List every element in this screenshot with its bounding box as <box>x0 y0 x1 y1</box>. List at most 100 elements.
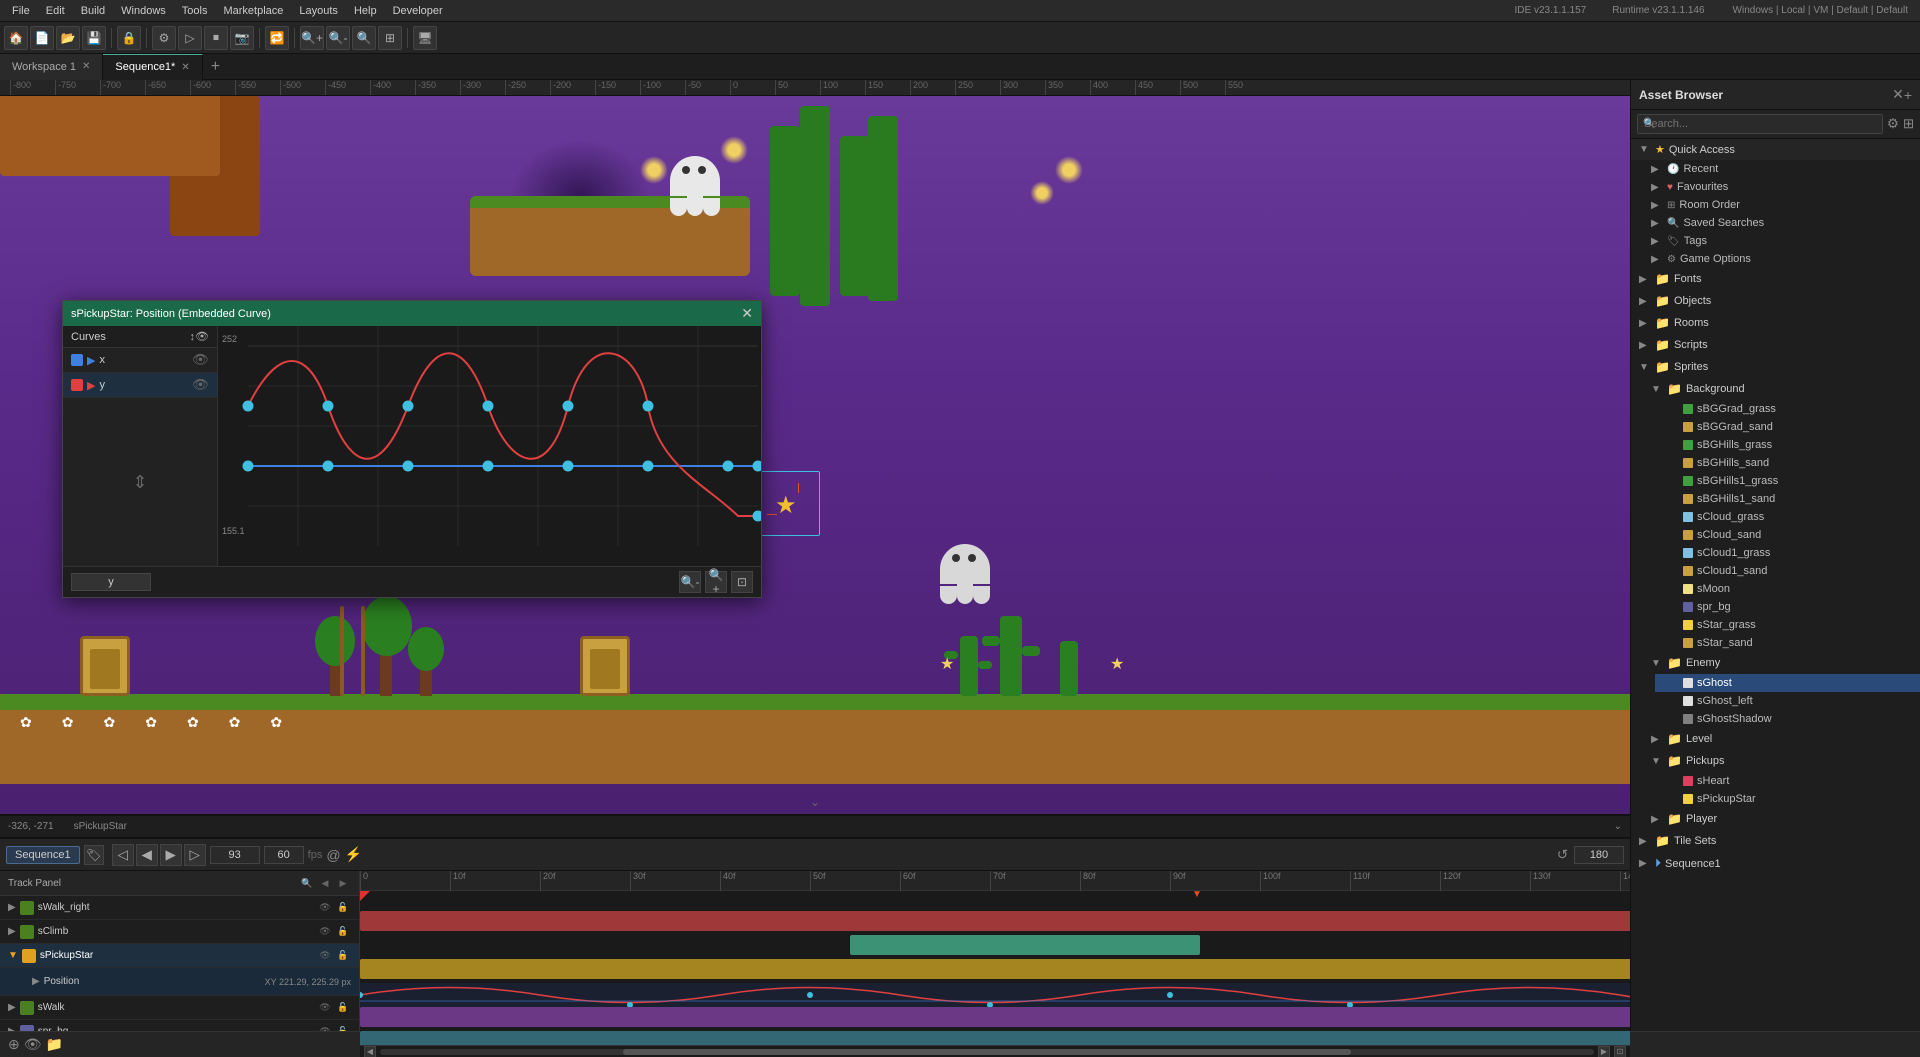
tl-next-frame[interactable]: ▶ <box>160 844 182 866</box>
curve-close-button[interactable]: ✕ <box>741 305 753 322</box>
track-nav-left[interactable]: ◀ <box>317 875 333 891</box>
tl-scroll-expand[interactable]: ⊡ <box>1614 1046 1626 1057</box>
sprite-sprbg[interactable]: spr_bg <box>1655 598 1920 616</box>
menu-file[interactable]: File <box>4 0 38 22</box>
sprite-sheart[interactable]: sHeart <box>1655 772 1920 790</box>
sprite-sstar-grass[interactable]: sStar_grass <box>1655 616 1920 634</box>
track-row-position[interactable]: ▶ Position XY 221.29, 225.29 px <box>0 968 359 996</box>
folder-pickups[interactable]: ▼ 📁 Pickups <box>1643 750 1920 772</box>
folder-tilesets[interactable]: ▶ 📁 Tile Sets <box>1631 830 1920 852</box>
toolbar-zoom-fit[interactable]: 🔍 <box>352 26 376 50</box>
sprite-scloud-sand[interactable]: sCloud_sand <box>1655 526 1920 544</box>
curve-rescale-btn[interactable]: ⇕ <box>132 472 147 493</box>
tab-sequence1[interactable]: Sequence1* ✕ <box>103 54 202 80</box>
track-row-swalk[interactable]: ▶ sWalk 👁 🔓 <box>0 996 359 1020</box>
curve-zoom-in-btn[interactable]: 🔍+ <box>705 571 727 593</box>
asset-browser-add[interactable]: + <box>1904 87 1912 103</box>
folder-sprites[interactable]: ▼ 📁 Sprites <box>1631 356 1920 378</box>
tl-scroll-left[interactable]: ◀ <box>364 1046 376 1057</box>
track-lane-swalk-right[interactable] <box>360 911 1630 931</box>
menu-edit[interactable]: Edit <box>38 0 73 22</box>
toolbar-play[interactable]: ▷ <box>178 26 202 50</box>
track-eye-spickupstar[interactable]: 👁 <box>317 948 333 964</box>
track-lock-swalk[interactable]: 🔓 <box>335 1000 351 1016</box>
curve-label-input[interactable]: y <box>71 573 151 591</box>
tl-loop-btn[interactable]: ↺ <box>1557 847 1568 863</box>
toolbar-open[interactable]: 📂 <box>56 26 80 50</box>
quick-access-game-options[interactable]: ▶ ⚙ Game Options <box>1631 250 1920 268</box>
track-lock-swalk-right[interactable]: 🔓 <box>335 900 351 916</box>
timeline-scrollbar[interactable]: ◀ ▶ ⊡ <box>360 1045 1630 1057</box>
folder-enemy[interactable]: ▼ 📁 Enemy <box>1643 652 1920 674</box>
asset-filter-btn[interactable]: ⚙ <box>1887 116 1899 132</box>
tl-next-key[interactable]: ▷ <box>184 844 206 866</box>
track-lock-spickupstar[interactable]: 🔓 <box>335 948 351 964</box>
tl-scroll-right[interactable]: ▶ <box>1598 1046 1610 1057</box>
track-eye-swalk-right[interactable]: 👁 <box>317 900 333 916</box>
channel-x-eye[interactable]: 👁 <box>192 352 209 368</box>
tl-broadcast-btn[interactable]: @ <box>326 847 340 863</box>
tab-sequence1-close[interactable]: ✕ <box>181 62 189 73</box>
sprite-sghost[interactable]: sGhost <box>1655 674 1920 692</box>
quick-access-favourites[interactable]: ▶ ♥ Favourites <box>1631 178 1920 196</box>
fps-display[interactable]: 60 <box>264 846 304 864</box>
track-lane-spickupstar[interactable] <box>360 959 1630 979</box>
track-lane-sclimb[interactable] <box>850 935 1200 955</box>
track-eye-sclimb[interactable]: 👁 <box>317 924 333 940</box>
sprite-sbggrad-sand[interactable]: sBGGrad_sand <box>1655 418 1920 436</box>
timeline-scrollbar-track[interactable] <box>380 1049 1594 1055</box>
curve-canvas-area[interactable]: 252 155.1 <box>218 326 761 566</box>
track-expand-swalk-right[interactable]: ▶ <box>8 902 16 913</box>
quick-access-room-order[interactable]: ▶ ⊞ Room Order <box>1631 196 1920 214</box>
tab-workspace1[interactable]: Workspace 1 ✕ <box>0 54 103 80</box>
curve-zoom-out-btn[interactable]: 🔍- <box>679 571 701 593</box>
sprite-sghostshadow[interactable]: sGhostShadow <box>1655 710 1920 728</box>
track-eye-swalk[interactable]: 👁 <box>317 1000 333 1016</box>
curve-channel-y[interactable]: ▶ y 👁 <box>63 373 217 398</box>
sprite-scloud1-grass[interactable]: sCloud1_grass <box>1655 544 1920 562</box>
toolbar-grid[interactable]: ⊞ <box>378 26 402 50</box>
track-row-spickupstar[interactable]: ▼ sPickupStar 👁 🔓 <box>0 944 359 968</box>
sprite-sbggrad-grass[interactable]: sBGGrad_grass <box>1655 400 1920 418</box>
curve-titlebar[interactable]: sPickupStar: Position (Embedded Curve) ✕ <box>63 301 761 326</box>
track-search-btn[interactable]: 🔍 <box>299 875 315 891</box>
folder-objects[interactable]: ▶ 📁 Objects <box>1631 290 1920 312</box>
track-row-sclimb[interactable]: ▶ sClimb 👁 🔓 <box>0 920 359 944</box>
menu-developer[interactable]: Developer <box>385 0 451 22</box>
folder-rooms[interactable]: ▶ 📁 Rooms <box>1631 312 1920 334</box>
sprite-sstar-sand[interactable]: sStar_sand <box>1655 634 1920 652</box>
folder-background[interactable]: ▼ 📁 Background <box>1643 378 1920 400</box>
track-expand-sclimb[interactable]: ▶ <box>8 926 16 937</box>
track-row-swalk-right[interactable]: ▶ sWalk_right 👁 🔓 <box>0 896 359 920</box>
tab-add-button[interactable]: + <box>203 54 228 80</box>
folder-sequence1[interactable]: ▶ ⏵ Sequence1 <box>1631 852 1920 875</box>
toolbar-settings[interactable]: ⚙ <box>152 26 176 50</box>
track-toggle-btn[interactable]: 👁 <box>24 1036 42 1053</box>
toolbar-save[interactable]: 💾 <box>82 26 106 50</box>
track-expand-position[interactable]: ▶ <box>32 976 40 987</box>
track-expand-spickupstar[interactable]: ▼ <box>8 950 18 961</box>
track-lock-sclimb[interactable]: 🔓 <box>335 924 351 940</box>
pickup-star-selected[interactable]: ★ <box>775 491 797 520</box>
timeline-scrollbar-thumb[interactable] <box>623 1049 1351 1055</box>
sprite-smoon[interactable]: sMoon <box>1655 580 1920 598</box>
toolbar-zoom-in[interactable]: 🔍+ <box>300 26 324 50</box>
folder-scripts[interactable]: ▶ 📁 Scripts <box>1631 334 1920 356</box>
toolbar-zoom-out[interactable]: 🔍- <box>326 26 350 50</box>
sprite-scloud-grass[interactable]: sCloud_grass <box>1655 508 1920 526</box>
curve-fit-btn[interactable]: ⊡ <box>731 571 753 593</box>
end-frame-display[interactable]: 180 <box>1574 846 1624 864</box>
tl-prev-key[interactable]: ◁ <box>112 844 134 866</box>
toolbar-display[interactable]: 🖥 <box>413 26 437 50</box>
sequence-options-btn[interactable]: 🏷 <box>84 845 104 865</box>
track-lane-swalk[interactable] <box>360 1007 1630 1027</box>
menu-tools[interactable]: Tools <box>174 0 216 22</box>
asset-search-input[interactable] <box>1637 114 1883 134</box>
tl-key-btn[interactable]: ⚡ <box>345 846 362 863</box>
folder-level[interactable]: ▶ 📁 Level <box>1643 728 1920 750</box>
menu-build[interactable]: Build <box>73 0 113 22</box>
tl-prev-frame[interactable]: ◀ <box>136 844 158 866</box>
toolbar-home[interactable]: 🏠 <box>4 26 28 50</box>
sprite-spickupstar[interactable]: sPickupStar <box>1655 790 1920 808</box>
sprite-sbghills1-sand[interactable]: sBGHills1_sand <box>1655 490 1920 508</box>
